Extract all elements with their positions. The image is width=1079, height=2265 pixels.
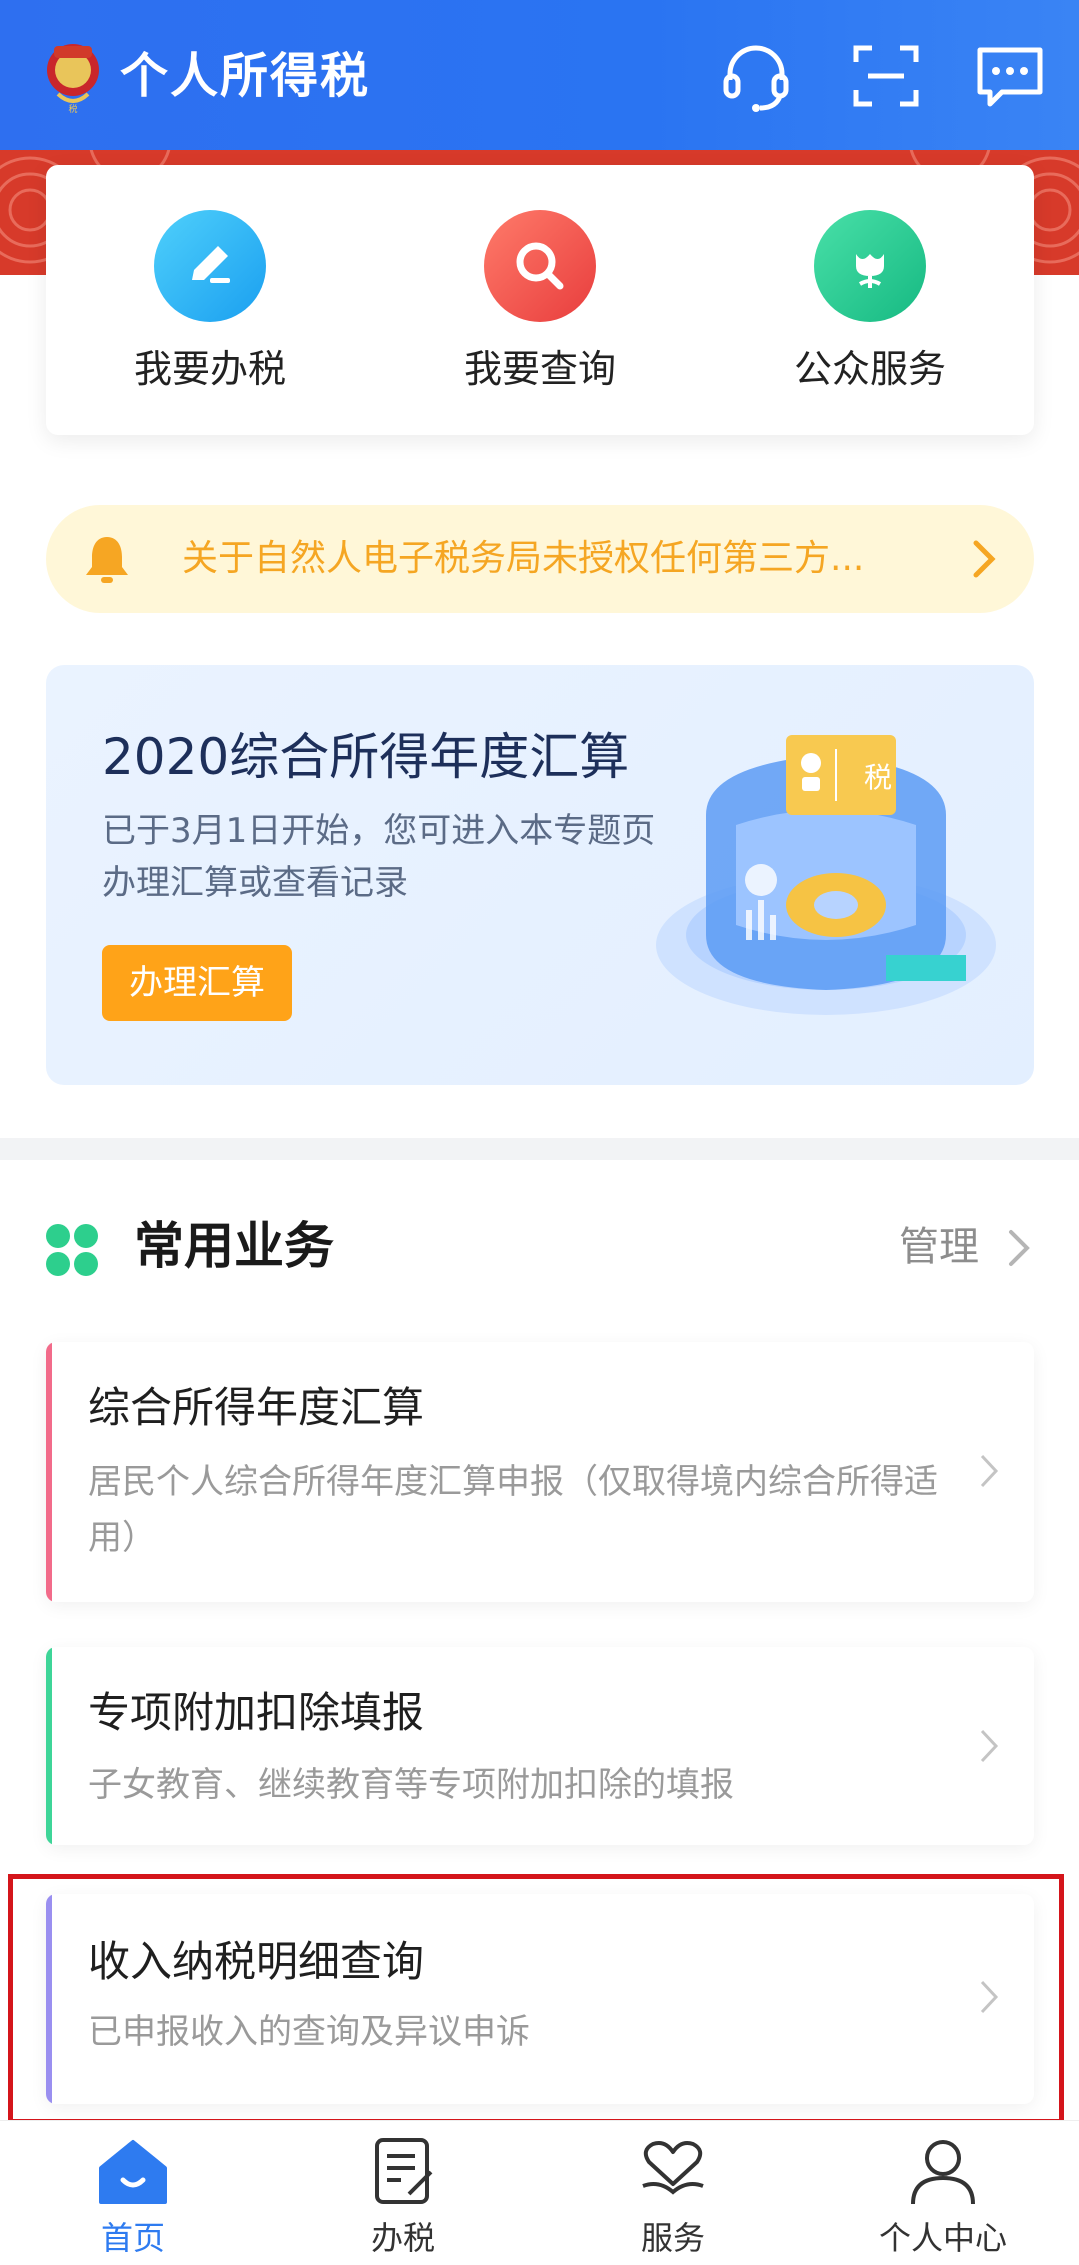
chevron-right-icon[interactable] bbox=[1007, 1228, 1031, 1272]
section-title: 常用业务 bbox=[134, 1217, 334, 1275]
quick-action-query[interactable]: 我要查询 bbox=[430, 210, 650, 394]
notice-text: 关于自然人电子税务局未授权任何第三方... bbox=[182, 538, 865, 579]
top-header: 税 个人所得税 bbox=[0, 0, 1079, 150]
service-description: 居民个人综合所得年度汇算申报（仅取得境内综合所得适用） bbox=[88, 1462, 938, 1558]
annual-settlement-banner[interactable]: 2020综合所得年度汇算 已于3月1日开始，您可进入本专题页办理汇算或查看记录 … bbox=[46, 665, 1034, 1085]
nav-label: 首页 bbox=[100, 2219, 165, 2257]
banner-title: 2020综合所得年度汇算 bbox=[102, 728, 630, 786]
app-home-screen: 税 个人所得税 我要办税 我要查询 公众服务 关于自然人电子税务局未授权任何第三… bbox=[0, 0, 1079, 2265]
section-divider bbox=[0, 1138, 1079, 1160]
quick-action-label: 公众服务 bbox=[793, 347, 946, 391]
quick-action-label: 我要查询 bbox=[463, 347, 616, 391]
chevron-right-icon bbox=[972, 539, 996, 583]
bottom-nav: 首页 办税 服务 个人中心 bbox=[0, 2120, 1079, 2265]
nav-item-tax[interactable]: 办税 bbox=[308, 2136, 498, 2260]
service-card-special-deduction[interactable]: 专项附加扣除填报 子女教育、继续教育等专项附加扣除的填报 bbox=[46, 1647, 1034, 1845]
message-icon[interactable] bbox=[972, 38, 1048, 114]
nav-label: 服务 bbox=[640, 2219, 705, 2257]
quick-actions-card: 我要办税 我要查询 公众服务 bbox=[46, 165, 1034, 435]
nav-item-home[interactable]: 首页 bbox=[38, 2136, 228, 2260]
person-icon bbox=[848, 2136, 1038, 2212]
grid-flower-icon bbox=[44, 1222, 100, 1282]
notice-bar[interactable]: 关于自然人电子税务局未授权任何第三方... bbox=[46, 505, 1034, 613]
settlement-illustration: 税 bbox=[636, 705, 1006, 1049]
search-icon bbox=[484, 210, 596, 322]
tax-emblem-icon: 税 bbox=[40, 38, 106, 116]
svg-text:税: 税 bbox=[68, 103, 77, 115]
service-description: 子女教育、继续教育等专项附加扣除的填报 bbox=[88, 1765, 734, 1805]
nav-label: 个人中心 bbox=[878, 2219, 1007, 2257]
service-title: 专项附加扣除填报 bbox=[88, 1688, 425, 1737]
banner-tag: 税 bbox=[864, 761, 892, 794]
bell-icon bbox=[82, 533, 132, 589]
chevron-right-icon bbox=[978, 1727, 1000, 1769]
quick-action-tax[interactable]: 我要办税 bbox=[100, 210, 320, 394]
headset-icon[interactable] bbox=[718, 38, 794, 114]
form-icon bbox=[308, 2136, 498, 2212]
highlight-box bbox=[8, 1874, 1064, 2124]
nav-item-profile[interactable]: 个人中心 bbox=[848, 2136, 1038, 2260]
card-accent bbox=[46, 1647, 52, 1845]
quick-action-public-service[interactable]: 公众服务 bbox=[760, 210, 980, 394]
quick-action-label: 我要办税 bbox=[133, 347, 286, 391]
service-card-annual-settlement[interactable]: 综合所得年度汇算 居民个人综合所得年度汇算申报（仅取得境内综合所得适用） bbox=[46, 1342, 1034, 1602]
manage-link[interactable]: 管理 bbox=[899, 1218, 979, 1276]
nav-item-service[interactable]: 服务 bbox=[578, 2136, 768, 2260]
app-title: 个人所得税 bbox=[120, 48, 371, 104]
home-icon bbox=[38, 2136, 228, 2212]
start-settlement-button[interactable]: 办理汇算 bbox=[102, 945, 292, 1021]
card-accent bbox=[46, 1342, 52, 1602]
edit-icon bbox=[154, 210, 266, 322]
nav-label: 办税 bbox=[370, 2219, 435, 2257]
scan-icon[interactable] bbox=[848, 38, 924, 114]
chevron-right-icon bbox=[978, 1452, 1000, 1494]
banner-description: 已于3月1日开始，您可进入本专题页办理汇算或查看记录 bbox=[102, 811, 656, 903]
service-title: 综合所得年度汇算 bbox=[88, 1383, 425, 1432]
flower-icon bbox=[814, 210, 926, 322]
heart-hand-icon bbox=[578, 2136, 768, 2212]
